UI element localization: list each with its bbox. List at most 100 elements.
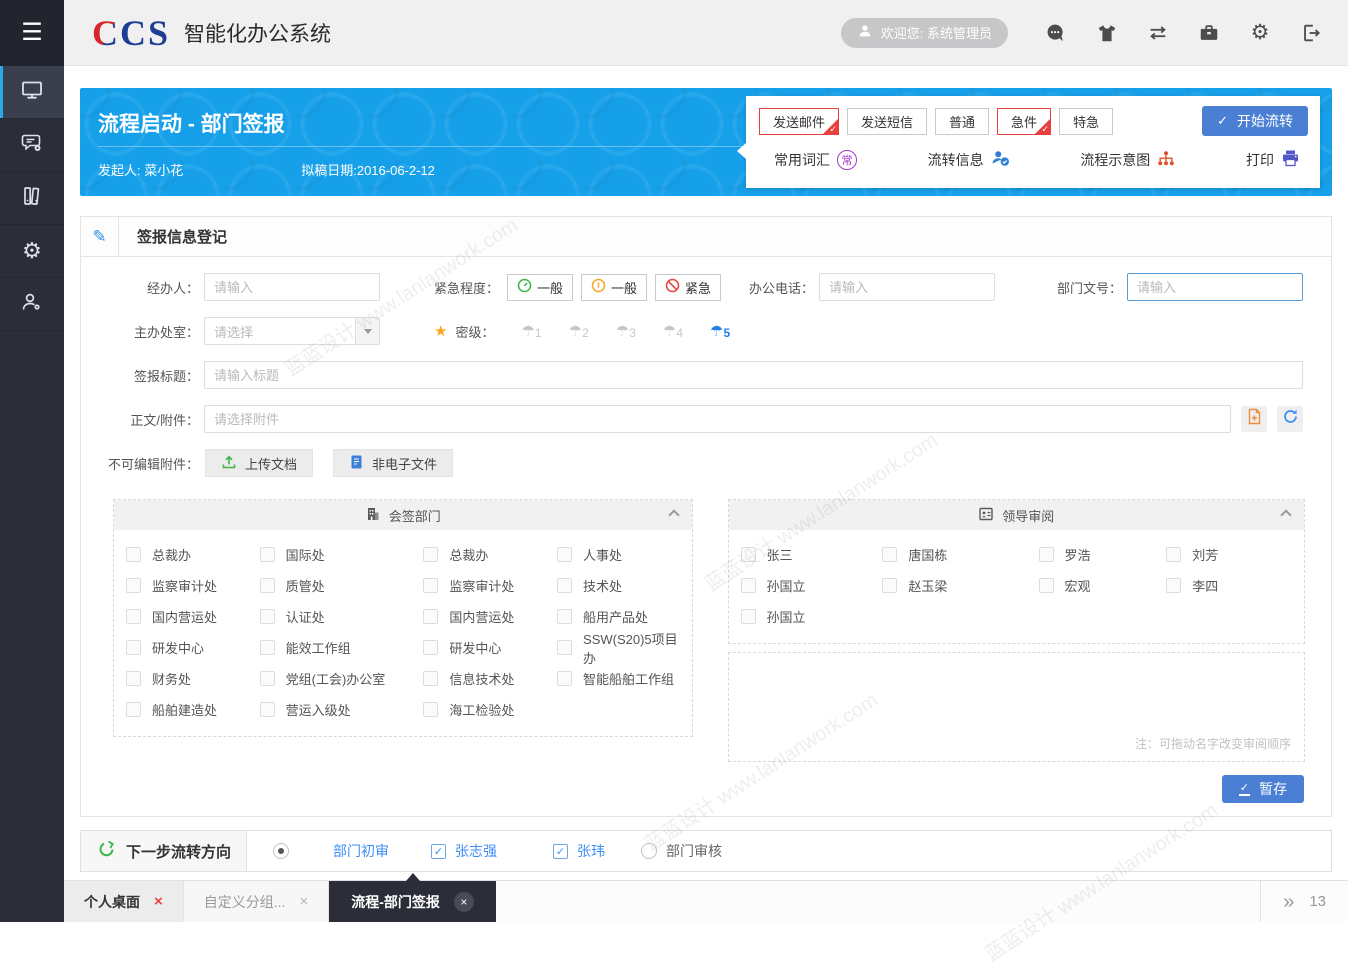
countersign-item[interactable]: 总裁办 [126,539,260,570]
countersign-item[interactable]: 能效工作组 [260,632,424,663]
countersign-item[interactable]: 监察审计处 [126,570,260,601]
checkbox[interactable] [557,609,572,624]
countersign-item[interactable]: 智能船舶工作组 [557,663,681,694]
refresh-button[interactable] [1277,406,1303,432]
start-flow-button[interactable]: ✓ 开始流转 [1202,106,1308,136]
urgency-urgent-button[interactable]: 紧急 [655,274,721,301]
settings-button[interactable]: ⚙ [1249,22,1271,44]
close-icon[interactable]: × [154,894,163,909]
radio-unselected[interactable] [641,843,657,859]
countersign-item[interactable]: 海工检验处 [423,694,557,725]
checkbox[interactable] [423,640,438,655]
leader-item[interactable]: 张三 [741,539,883,570]
common-words-link[interactable]: 常用词汇 常 [774,150,857,170]
leader-item[interactable]: 唐国栋 [882,539,1038,570]
checkbox[interactable] [260,609,275,624]
checkbox[interactable] [423,609,438,624]
send-email-button[interactable]: 发送邮件 ✓ [759,108,839,135]
theme-button[interactable] [1096,22,1118,44]
user-welcome-pill[interactable]: 欢迎您: 系统管理员 [841,18,1008,48]
checkbox[interactable] [1039,547,1054,562]
collapse-chevron-icon[interactable] [668,509,679,520]
secrecy-level-5[interactable]: ☂5 [710,322,730,340]
checkbox[interactable] [126,578,141,593]
countersign-item[interactable]: 研发中心 [423,632,557,663]
priority-normal-button[interactable]: 普通 [935,108,989,135]
checkbox[interactable] [557,547,572,562]
leader-item[interactable]: 孙国立 [741,570,883,601]
checkbox[interactable] [126,640,141,655]
checkbox[interactable] [1039,578,1054,593]
checkbox[interactable] [260,547,275,562]
checkbox[interactable] [423,671,438,686]
leader-item[interactable]: 赵玉梁 [882,570,1038,601]
switch-button[interactable] [1147,22,1169,44]
send-sms-button[interactable]: 发送短信 [847,108,927,135]
sidebar-item-tools[interactable]: ⚙ [0,225,64,278]
countersign-item[interactable]: 监察审计处 [423,570,557,601]
checkbox[interactable] [126,547,141,562]
checkbox[interactable] [126,609,141,624]
workspace-button[interactable] [1198,22,1220,44]
countersign-item[interactable]: 总裁办 [423,539,557,570]
non-electronic-button[interactable]: 非电子文件 [333,449,453,477]
checkbox[interactable] [260,640,275,655]
leader-item[interactable]: 宏观 [1039,570,1167,601]
checkbox[interactable] [260,671,275,686]
checkbox[interactable] [557,640,572,655]
countersign-item[interactable]: 认证处 [260,601,424,632]
secrecy-level-2[interactable]: ☂2 [569,322,589,340]
print-link[interactable]: 打印 [1246,149,1300,170]
sidebar-item-desktop[interactable] [0,66,64,119]
secrecy-level-4[interactable]: ☂4 [663,322,683,340]
secrecy-level-3[interactable]: ☂3 [616,322,636,340]
close-icon[interactable]: × [299,894,308,909]
report-title-input[interactable] [204,361,1303,389]
countersign-item[interactable]: 船舶建造处 [126,694,260,725]
leader-item[interactable]: 孙国立 [741,601,883,632]
checkbox-checked[interactable]: ✓ [553,844,568,859]
flow-info-link[interactable]: 流转信息 [928,149,1010,170]
checkbox[interactable] [260,578,275,593]
countersign-item[interactable]: 船用产品处 [557,601,681,632]
next-step-option-checkbox[interactable]: ✓ 张志强 [431,841,497,861]
logout-button[interactable] [1300,22,1322,44]
priority-urgent-button[interactable]: 急件 ✓ [997,108,1051,135]
countersign-item[interactable]: 技术处 [557,570,681,601]
leader-item[interactable]: 罗浩 [1039,539,1167,570]
urgency-normal-green-button[interactable]: 一般 [507,274,573,301]
secrecy-level-1[interactable]: ☂1 [521,322,541,340]
handler-input[interactable] [204,273,380,301]
sidebar-item-archive[interactable] [0,172,64,225]
next-step-option-checkbox[interactable]: ✓ 张玮 [553,841,605,861]
countersign-item[interactable]: 国内营运处 [423,601,557,632]
checkbox[interactable] [423,578,438,593]
leader-item[interactable]: 李四 [1166,570,1294,601]
countersign-item[interactable]: 研发中心 [126,632,260,663]
countersign-item[interactable]: 财务处 [126,663,260,694]
checkbox[interactable] [557,671,572,686]
phone-input[interactable] [819,273,995,301]
next-step-option-radio[interactable]: 部门审核 [641,841,722,861]
checkbox[interactable] [423,547,438,562]
checkbox[interactable] [1166,547,1181,562]
checkbox[interactable] [1166,578,1181,593]
checkbox-checked[interactable]: ✓ [431,844,446,859]
doc-no-input[interactable] [1127,273,1303,301]
checkbox[interactable] [260,702,275,717]
leader-item[interactable]: 刘芳 [1166,539,1294,570]
sidebar-item-message-settings[interactable] [0,119,64,172]
checkbox[interactable] [882,578,897,593]
save-draft-button[interactable]: ✓ 暂存 [1222,775,1304,803]
countersign-item[interactable]: SSW(S20)5项目办 [557,632,681,663]
countersign-item[interactable]: 国内营运处 [126,601,260,632]
host-office-select[interactable]: 请选择 [204,317,380,345]
add-document-button[interactable] [1241,406,1267,432]
countersign-item[interactable]: 信息技术处 [423,663,557,694]
checkbox[interactable] [741,578,756,593]
countersign-item[interactable]: 人事处 [557,539,681,570]
urgency-normal-orange-button[interactable]: 一般 [581,274,647,301]
tab-custom-group[interactable]: 自定义分组... × [184,881,329,922]
checkbox[interactable] [423,702,438,717]
collapse-chevron-icon[interactable] [1280,509,1291,520]
